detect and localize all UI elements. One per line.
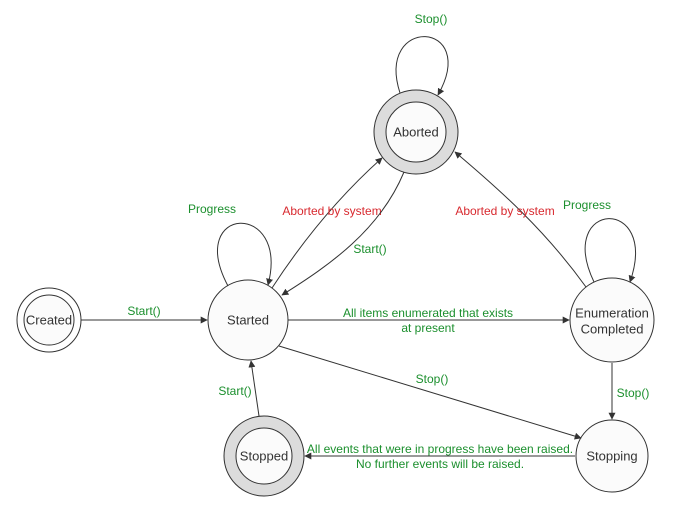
state-started-label: Started (227, 312, 269, 327)
edge-aborted-stop-label: Stop() (415, 12, 448, 26)
state-started: Started (208, 280, 288, 360)
edge-aborted-started-label: Start() (353, 242, 386, 256)
edge-enum-aborted (455, 152, 586, 287)
state-stopped: Stopped (224, 416, 304, 496)
state-stopping: Stopping (576, 420, 648, 492)
edge-enum-progress (585, 219, 635, 282)
edge-started-enum-label-2: at present (401, 321, 455, 335)
edge-stopping-stopped-label-2: No further events will be raised. (356, 457, 524, 471)
edge-created-started-label: Start() (127, 304, 160, 318)
edge-started-progress-label: Progress (188, 202, 236, 216)
edge-started-progress (218, 223, 272, 286)
state-enumeration-completed: Enumeration Completed (570, 278, 654, 362)
edge-enum-aborted-label: Aborted by system (455, 204, 554, 218)
edge-started-aborted-label: Aborted by system (282, 204, 381, 218)
edge-aborted-stop (396, 37, 448, 95)
edge-stopped-started-label: Start() (218, 384, 251, 398)
state-created-label: Created (26, 312, 72, 327)
edge-started-enum-label-1: All items enumerated that exists (343, 306, 513, 320)
edge-started-aborted (272, 158, 382, 288)
edge-enum-stopping-label: Stop() (617, 386, 650, 400)
state-enum-label-1: Enumeration (575, 305, 649, 320)
edge-enum-progress-label: Progress (563, 198, 611, 212)
state-stopping-label: Stopping (586, 448, 637, 463)
state-aborted: Aborted (374, 90, 458, 174)
state-enum-label-2: Completed (581, 321, 644, 336)
edge-stopped-started (251, 361, 259, 416)
edge-started-stopping-label: Stop() (416, 372, 449, 386)
edge-started-stopping (279, 346, 581, 438)
state-aborted-label: Aborted (393, 124, 439, 139)
edge-stopping-stopped-label-1: All events that were in progress have be… (307, 442, 573, 456)
edge-aborted-started (282, 172, 404, 295)
state-diagram: Created Started Aborted Enumeration Comp… (0, 0, 694, 521)
state-stopped-label: Stopped (240, 448, 288, 463)
state-created: Created (17, 288, 81, 352)
